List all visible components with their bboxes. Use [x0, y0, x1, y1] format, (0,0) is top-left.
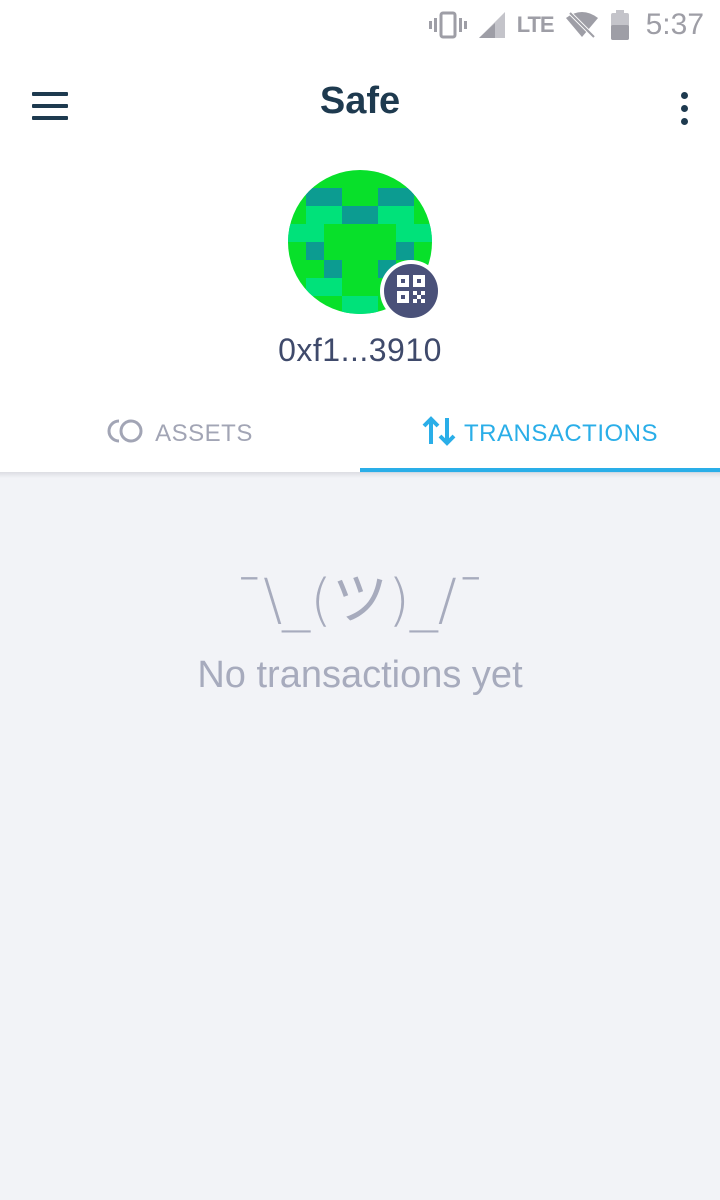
vibrate-icon	[428, 10, 467, 40]
page-title: Safe	[319, 80, 401, 122]
tab-assets[interactable]: ASSETS	[0, 395, 360, 473]
tab-transactions[interactable]: TRANSACTIONS	[360, 395, 720, 473]
empty-state-message: No transactions yet	[197, 654, 523, 696]
more-vertical-icon	[680, 91, 688, 125]
network-type: LTE	[516, 12, 555, 37]
more-options-button[interactable]	[660, 84, 708, 132]
qr-code-icon	[397, 274, 425, 308]
tab-transactions-label: TRANSACTIONS	[463, 420, 658, 447]
transfer-arrows-icon	[422, 415, 456, 453]
signal-icon	[477, 10, 507, 40]
toolbar: Safe	[0, 50, 720, 160]
status-bar: LTE 5:37	[0, 0, 720, 50]
header-shadow	[0, 472, 720, 478]
safe-header: Safe 0xf1...3910 ASSETS TRANSACTIONS	[0, 50, 720, 473]
tab-bar: ASSETS TRANSACTIONS	[0, 395, 720, 473]
safe-address[interactable]: 0xf1...3910	[0, 332, 720, 369]
tab-assets-label: ASSETS	[155, 420, 253, 447]
empty-state-shrug: ¯\_(ツ)_/¯	[235, 568, 485, 633]
battery-icon	[610, 10, 630, 40]
safe-avatar-container	[288, 170, 442, 322]
wifi-off-icon	[564, 10, 600, 40]
qr-code-button[interactable]	[380, 260, 442, 322]
status-time: 5:37	[645, 8, 704, 41]
assets-coins-icon	[107, 417, 147, 452]
